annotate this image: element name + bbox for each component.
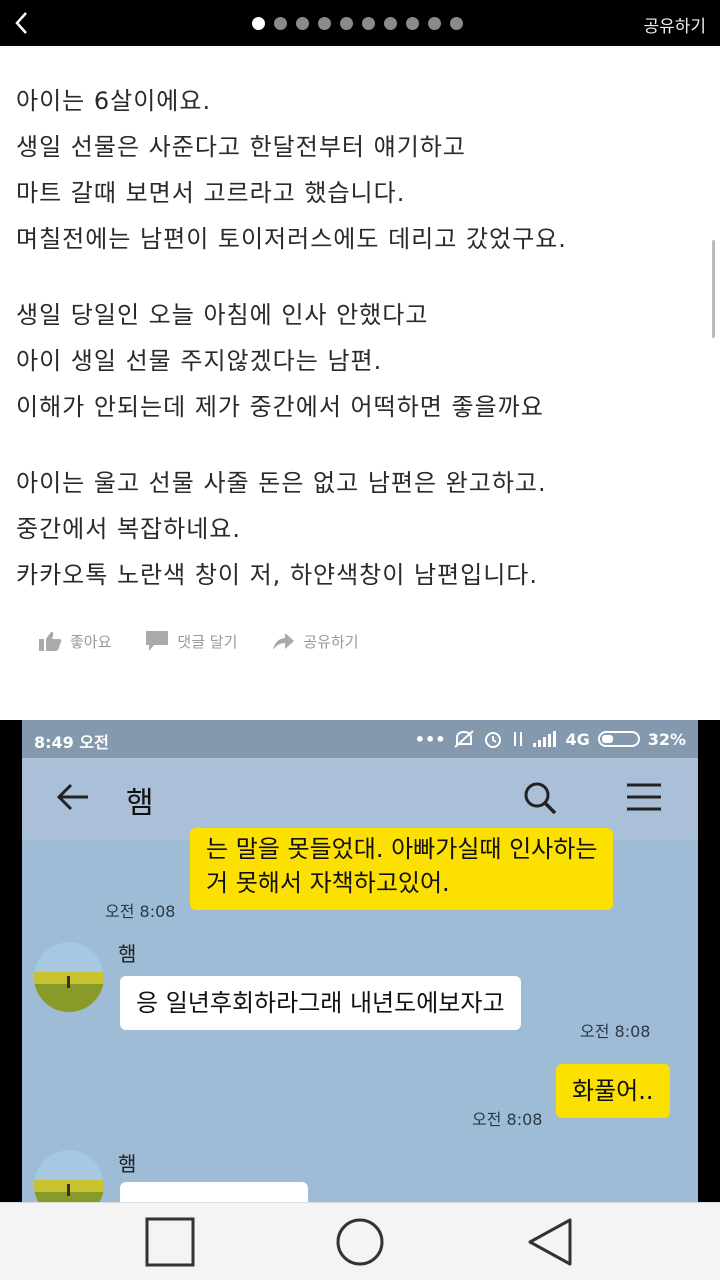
page-dot xyxy=(384,17,397,30)
comment-icon xyxy=(146,631,169,651)
like-button[interactable]: 좋아요 xyxy=(38,630,111,652)
search-icon[interactable] xyxy=(522,780,558,816)
chat-title: 햄 xyxy=(126,786,154,821)
page-dot xyxy=(340,17,353,30)
page-dot xyxy=(252,17,265,30)
chat-window: 8:49 오전 ••• 4G 32% 햄 는 말을 못들었대. 아빠가실때 인사… xyxy=(22,720,698,1202)
back-triangle-icon[interactable] xyxy=(525,1217,575,1267)
home-circle-icon[interactable] xyxy=(335,1217,385,1267)
text-line: 아이는 울고 선물 사줄 돈은 없고 남편은 완고하고. xyxy=(16,469,547,497)
page-dot xyxy=(406,17,419,30)
share-button[interactable]: 공유하기 xyxy=(643,12,706,37)
my-message-bubble[interactable]: 는 말을 못들었대. 아빠가실때 인사하는 거 못해서 자책하고있어. xyxy=(190,828,614,910)
page-dot xyxy=(362,17,375,30)
text-line: 생일 당일인 오늘 아침에 인사 안했다고 xyxy=(16,301,429,329)
sender-name: 햄 xyxy=(118,1152,137,1176)
menu-icon[interactable] xyxy=(626,782,662,812)
scrollbar[interactable] xyxy=(712,240,715,338)
message-line: 거 못해서 자책하고있어. xyxy=(206,869,450,897)
text-line: 이해가 안되는데 제가 중간에서 어떡하면 좋을까요 xyxy=(16,393,544,421)
chat-screenshot: 8:49 오전 ••• 4G 32% 햄 는 말을 못들었대. 아빠가실때 인사… xyxy=(0,720,720,1202)
message-time: 오전 8:08 xyxy=(105,902,176,921)
sender-name: 햄 xyxy=(118,942,137,966)
status-bar: 8:49 오전 ••• 4G 32% xyxy=(22,720,698,758)
alarm-icon xyxy=(485,732,502,748)
page-dot xyxy=(428,17,441,30)
like-label: 좋아요 xyxy=(70,632,112,651)
recent-apps-square-icon[interactable] xyxy=(145,1217,195,1267)
text-line: 며칠전에는 남편이 토이저러스에도 데리고 갔었구요. xyxy=(16,225,567,253)
signal-icon xyxy=(533,731,557,747)
battery-icon xyxy=(597,731,640,747)
back-icon[interactable] xyxy=(6,6,40,40)
more-dots-icon: ••• xyxy=(414,729,446,749)
message-text: 화풀어.. xyxy=(572,1077,654,1105)
paragraph: 아이는 6살이에요. 생일 선물은 사준다고 한달전부터 얘기하고마트 갈때 보면… xyxy=(16,78,706,262)
text-line: 아이 생일 선물 주지않겠다는 남편. xyxy=(16,347,383,375)
comment-label: 댓글 달기 xyxy=(177,632,238,651)
arrow-left-icon[interactable] xyxy=(56,782,90,812)
their-message-bubble[interactable] xyxy=(120,1182,308,1202)
page-dot xyxy=(274,17,287,30)
battery-label: 32% xyxy=(647,729,686,749)
top-bar: 공유하기 xyxy=(0,0,720,46)
message-time: 오전 8:08 xyxy=(580,1022,651,1041)
page-indicator xyxy=(252,17,463,30)
page-dot xyxy=(450,17,463,30)
text-line: 생일 선물은 사준다고 한달전부터 얘기하고 xyxy=(16,133,466,161)
text-line: 마트 갈때 보면서 고르라고 했습니다. xyxy=(16,179,406,207)
post-body: 아이는 6살이에요. 생일 선물은 사준다고 한달전부터 얘기하고마트 갈때 보면… xyxy=(16,78,706,598)
their-message-bubble[interactable]: 응 일년후회하라그래 내년도에보자고 xyxy=(120,976,521,1030)
network-label: 4G xyxy=(565,729,590,749)
share-post-button[interactable]: 공유하기 xyxy=(271,630,359,652)
message-line: 는 말을 못들었대. 아빠가실때 인사하는 xyxy=(206,835,598,863)
navigation-bar xyxy=(0,1202,720,1280)
share-arrow-icon xyxy=(273,633,295,650)
status-time: 8:49 오전 xyxy=(34,733,109,752)
avatar[interactable] xyxy=(34,942,104,1012)
post-actions: 좋아요 댓글 달기 공유하기 xyxy=(38,630,359,652)
avatar[interactable] xyxy=(34,1150,104,1202)
text-line: 카카오톡 노란색 창이 저, 하얀색창이 남편입니다. xyxy=(16,561,539,589)
paragraph: 생일 당일인 오늘 아침에 인사 안했다고아이 생일 선물 주지않겠다는 남편.… xyxy=(16,292,706,430)
data-arrows-icon xyxy=(514,732,523,746)
thumbs-up-icon xyxy=(39,631,62,651)
comment-button[interactable]: 댓글 달기 xyxy=(145,630,237,652)
paragraph: 아이는 울고 선물 사줄 돈은 없고 남편은 완고하고. 중간에서 복잡하네요. 카… xyxy=(16,460,706,598)
message-time: 오전 8:08 xyxy=(472,1110,543,1129)
page-dot xyxy=(296,17,309,30)
text-line: 아이는 6살이에요. xyxy=(16,87,212,115)
share-label: 공유하기 xyxy=(303,632,359,651)
page-dot xyxy=(318,17,331,30)
message-text: 응 일년후회하라그래 내년도에보자고 xyxy=(136,989,505,1017)
text-line: 중간에서 복잡하네요. xyxy=(16,515,241,543)
mute-icon xyxy=(454,730,475,748)
my-message-bubble[interactable]: 화풀어.. xyxy=(556,1064,670,1118)
